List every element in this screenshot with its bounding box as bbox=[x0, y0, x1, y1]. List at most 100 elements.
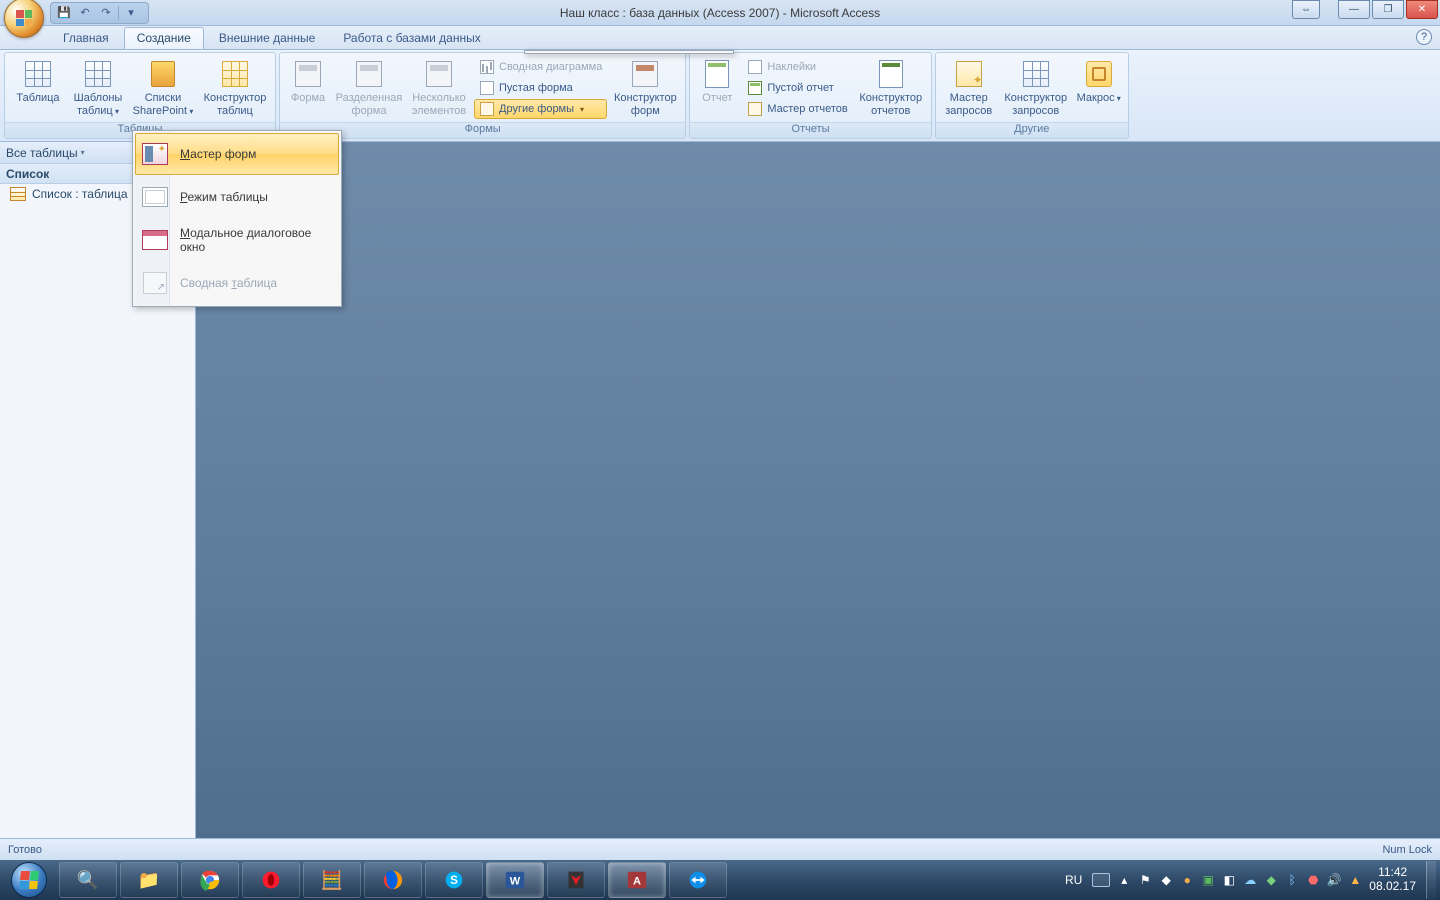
status-left: Готово bbox=[8, 844, 42, 856]
query-designer-label: Конструктор запросов bbox=[1002, 92, 1070, 117]
tab-home[interactable]: Главная bbox=[50, 27, 122, 49]
macro-label: Макрос bbox=[1077, 92, 1121, 105]
ribbon-group-tables: Таблица Шаблоны таблиц Списки SharePoint… bbox=[4, 52, 276, 139]
system-tray: RU ▴ ⚑ ◆ ● ▣ ◧ ☁ ◆ ᛒ ⬣ 🔊 ▲ 11:42 08.02.1… bbox=[1061, 860, 1436, 900]
report-designer-icon bbox=[875, 58, 907, 90]
mdi-resize-button[interactable]: ⇔ bbox=[1292, 0, 1320, 19]
blank-report-button[interactable]: Пустой отчет bbox=[742, 78, 852, 98]
titlebar: 💾 ↶ ↷ ▾ Наш класс : база данных (Access … bbox=[0, 0, 1440, 26]
report-button: Отчет bbox=[694, 55, 740, 108]
more-forms-label: Другие формы bbox=[499, 103, 574, 115]
taskbar-app-access[interactable]: A bbox=[608, 862, 666, 898]
menu-item-form-wizard[interactable]: Мастер форм bbox=[135, 133, 339, 175]
keyboard-icon[interactable] bbox=[1092, 873, 1110, 887]
tray-app-icon-6[interactable]: ◆ bbox=[1263, 872, 1279, 888]
qat-customize-icon[interactable]: ▾ bbox=[122, 4, 140, 22]
qat-undo-icon[interactable]: ↶ bbox=[76, 4, 94, 22]
qat-save-icon[interactable]: 💾 bbox=[55, 4, 73, 22]
multiple-items-button: Несколько элементов bbox=[406, 55, 472, 120]
blank-form-button[interactable]: Пустая форма bbox=[474, 78, 607, 98]
tray-bluetooth-icon[interactable]: ᛒ bbox=[1284, 872, 1300, 888]
taskbar-app-pdf[interactable] bbox=[547, 862, 605, 898]
tray-app-icon-5[interactable]: ☁ bbox=[1242, 872, 1258, 888]
tray-chevron-icon[interactable]: ▴ bbox=[1116, 872, 1132, 888]
table-templates-button[interactable]: Шаблоны таблиц bbox=[69, 55, 127, 120]
qat-separator bbox=[118, 6, 119, 20]
table-object-icon bbox=[10, 187, 26, 201]
window-controls: — ❐ ✕ bbox=[1338, 0, 1438, 19]
taskbar-app-skype[interactable]: S bbox=[425, 862, 483, 898]
taskbar-app-explorer[interactable]: 📁 bbox=[120, 862, 178, 898]
maximize-button[interactable]: ❐ bbox=[1372, 0, 1404, 19]
sharepoint-lists-button[interactable]: Списки SharePoint bbox=[129, 55, 197, 120]
minimize-button[interactable]: — bbox=[1338, 0, 1370, 19]
report-button-label: Отчет bbox=[702, 92, 732, 105]
tray-icons: ▴ ⚑ ◆ ● ▣ ◧ ☁ ◆ ᛒ ⬣ 🔊 ▲ bbox=[1116, 872, 1363, 888]
workspace: Все таблицы « Список ︽ Список : таблица … bbox=[0, 142, 1440, 838]
labels-label: Наклейки bbox=[767, 61, 816, 73]
table-designer-icon bbox=[219, 58, 251, 90]
macro-button[interactable]: Макрос bbox=[1074, 55, 1124, 108]
start-button[interactable] bbox=[2, 860, 56, 900]
taskbar-app-opera[interactable] bbox=[242, 862, 300, 898]
table-designer-button[interactable]: Конструктор таблиц bbox=[199, 55, 271, 120]
form-designer-button[interactable]: Конструктор форм bbox=[609, 55, 681, 120]
tray-app-icon-1[interactable]: ◆ bbox=[1158, 872, 1174, 888]
menu-item-datasheet[interactable]: Режим таблицы bbox=[135, 176, 339, 218]
show-desktop-button[interactable] bbox=[1426, 861, 1436, 899]
more-forms-button[interactable]: Другие формы bbox=[474, 99, 607, 119]
taskbar-app-calculator[interactable]: 🧮 bbox=[303, 862, 361, 898]
datasheet-icon bbox=[141, 183, 169, 211]
labels-button: Наклейки bbox=[742, 57, 852, 77]
blank-form-icon bbox=[479, 80, 495, 96]
report-designer-button[interactable]: Конструктор отчетов bbox=[855, 55, 927, 120]
ribbon-tabstrip: Главная Создание Внешние данные Работа с… bbox=[0, 26, 1440, 50]
menu-item-form-wizard-label: Мастер форм bbox=[180, 147, 256, 161]
svg-text:S: S bbox=[450, 874, 458, 887]
more-forms-dropdown bbox=[524, 50, 734, 54]
ribbon: Таблица Шаблоны таблиц Списки SharePoint… bbox=[0, 50, 1440, 142]
tray-app-icon-4[interactable]: ◧ bbox=[1221, 872, 1237, 888]
table-icon bbox=[22, 58, 54, 90]
labels-icon bbox=[747, 59, 763, 75]
tray-app-icon-7[interactable]: ⬣ bbox=[1305, 872, 1321, 888]
windows-logo-icon bbox=[11, 862, 47, 898]
taskbar-clock[interactable]: 11:42 08.02.17 bbox=[1369, 866, 1416, 894]
tray-volume-icon[interactable]: 🔊 bbox=[1326, 872, 1342, 888]
tray-app-icon-2[interactable]: ● bbox=[1179, 872, 1195, 888]
pivot-chart-label: Сводная диаграмма bbox=[499, 61, 602, 73]
table-templates-icon bbox=[82, 58, 114, 90]
taskbar: 🔍 📁 🧮 S W A RU ▴ ⚑ ◆ ● ▣ ◧ ☁ ◆ ᛒ ⬣ 🔊 ▲ 1… bbox=[0, 860, 1440, 900]
input-language[interactable]: RU bbox=[1061, 873, 1086, 887]
tray-app-icon-8[interactable]: ▲ bbox=[1347, 872, 1363, 888]
table-button[interactable]: Таблица bbox=[9, 55, 67, 108]
tab-database-tools[interactable]: Работа с базами данных bbox=[330, 27, 493, 49]
tab-create[interactable]: Создание bbox=[124, 27, 204, 49]
taskbar-app-firefox[interactable] bbox=[364, 862, 422, 898]
navpane-category-dropdown[interactable]: Все таблицы bbox=[6, 146, 85, 160]
ribbon-group-reports: Отчет Наклейки Пустой отчет Мастер отчет… bbox=[689, 52, 931, 139]
tab-external-data[interactable]: Внешние данные bbox=[206, 27, 329, 49]
report-wizard-button[interactable]: Мастер отчетов bbox=[742, 99, 852, 119]
close-button[interactable]: ✕ bbox=[1406, 0, 1438, 19]
sharepoint-lists-label: Списки SharePoint bbox=[131, 92, 195, 117]
taskbar-app-teamviewer[interactable] bbox=[669, 862, 727, 898]
menu-item-modal-dialog-label: Модальное диалоговое окно bbox=[180, 226, 338, 254]
form-button-label: Форма bbox=[291, 92, 325, 105]
taskbar-app-chrome[interactable] bbox=[181, 862, 239, 898]
query-designer-button[interactable]: Конструктор запросов bbox=[1000, 55, 1072, 120]
table-designer-label: Конструктор таблиц bbox=[201, 92, 269, 117]
help-button[interactable]: ? bbox=[1416, 29, 1432, 45]
multiple-items-icon bbox=[423, 58, 455, 90]
query-wizard-button[interactable]: Мастер запросов bbox=[940, 55, 998, 120]
taskbar-app-word[interactable]: W bbox=[486, 862, 544, 898]
pivot-chart-icon bbox=[479, 59, 495, 75]
taskbar-app-1[interactable]: 🔍 bbox=[59, 862, 117, 898]
tray-flag-icon[interactable]: ⚑ bbox=[1137, 872, 1153, 888]
table-templates-label: Шаблоны таблиц bbox=[71, 92, 125, 117]
menu-item-modal-dialog[interactable]: Модальное диалоговое окно bbox=[135, 219, 339, 261]
qat-redo-icon[interactable]: ↷ bbox=[97, 4, 115, 22]
multiple-items-label: Несколько элементов bbox=[408, 92, 470, 117]
form-designer-icon bbox=[629, 58, 661, 90]
tray-app-icon-3[interactable]: ▣ bbox=[1200, 872, 1216, 888]
